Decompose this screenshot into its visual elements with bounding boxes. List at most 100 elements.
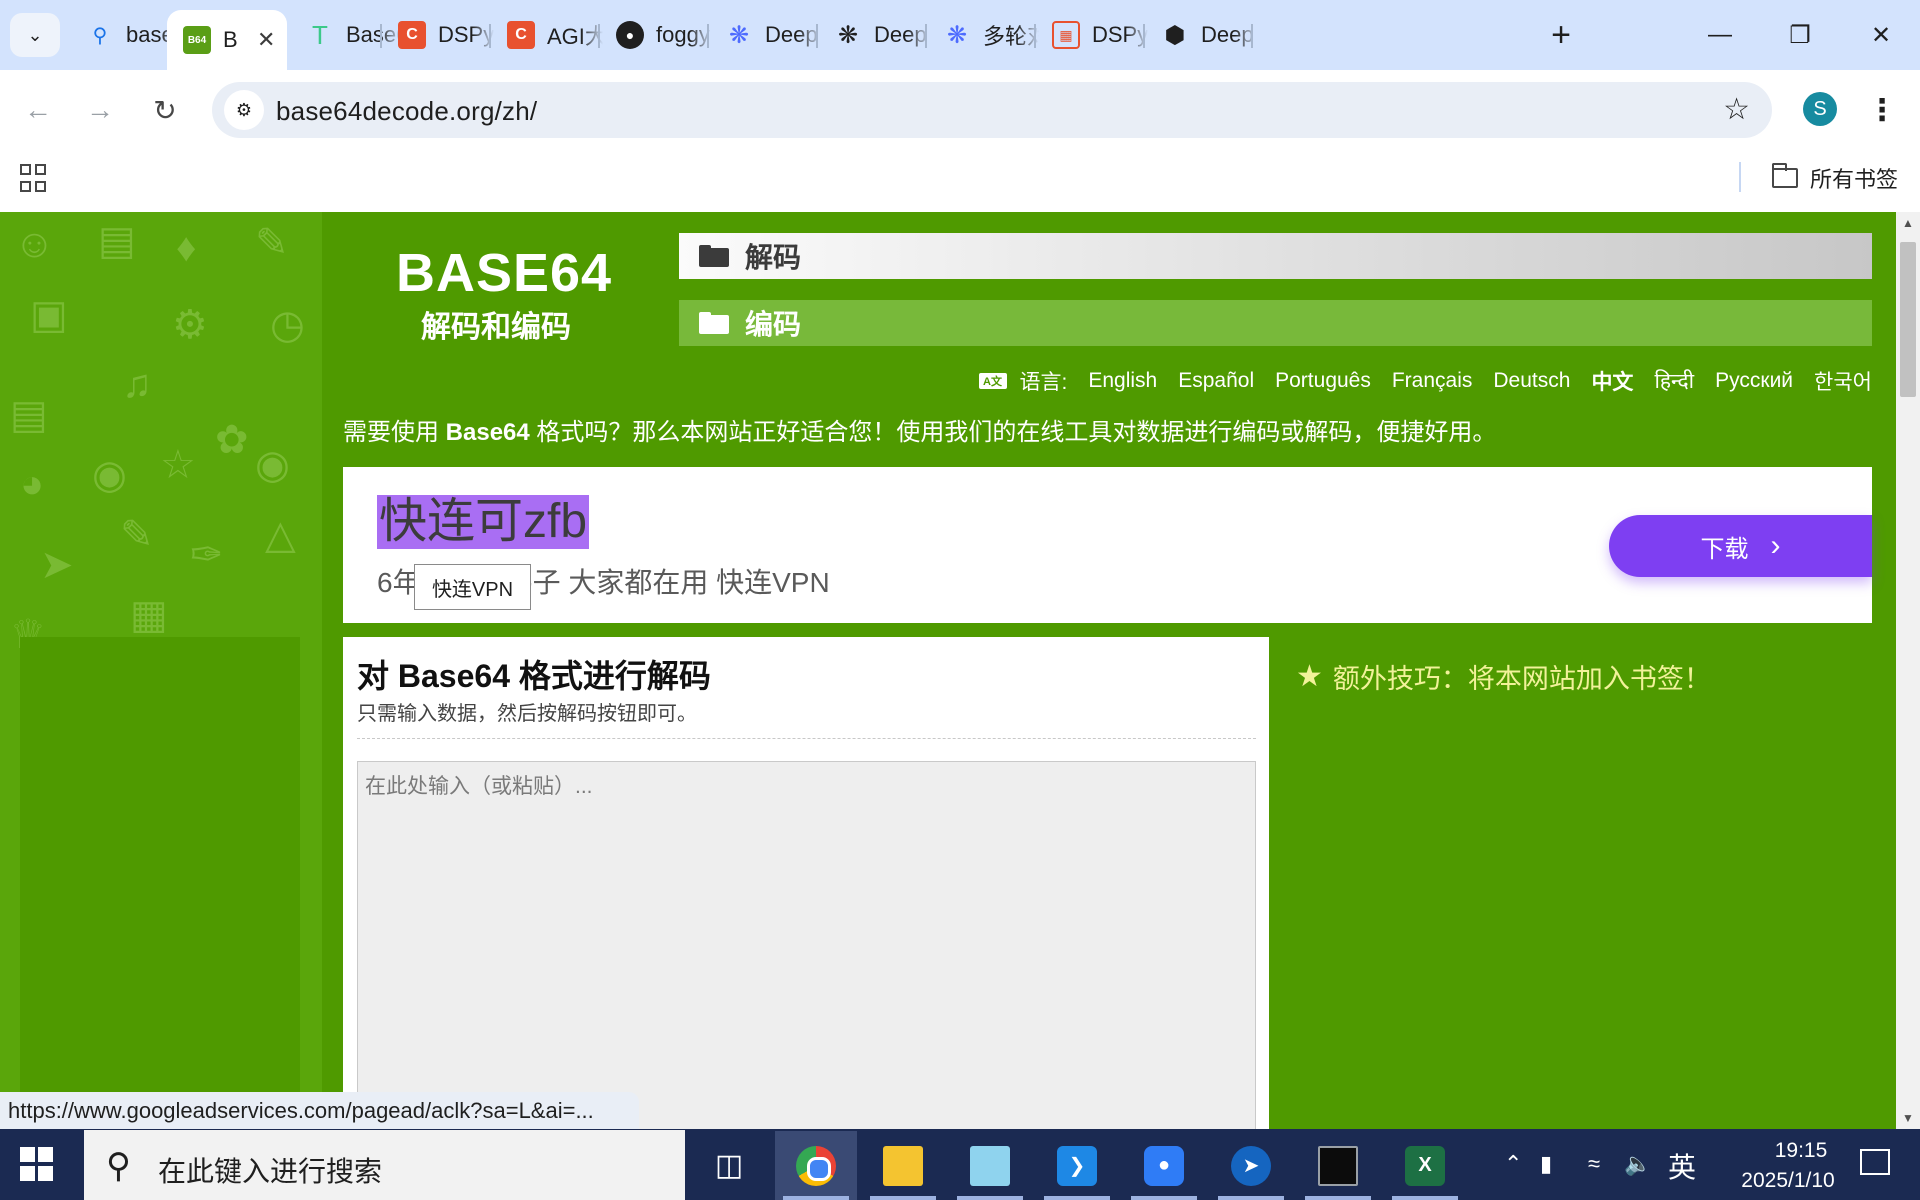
eye-doodle-icon: ◉ [255,443,290,487]
taskbar-search-box[interactable]: ⚲ 在此键入进行搜索 [84,1130,685,1200]
nav-decode-button[interactable]: 解码 [679,233,1872,279]
tab-label: DSPy [1092,22,1148,47]
nav-decode-label: 解码 [745,242,802,273]
folder-open-icon [699,245,729,267]
profile-avatar[interactable]: S [1803,92,1837,126]
tab-label: Deep [1201,22,1254,47]
nav-encode-button[interactable]: 编码 [679,300,1872,346]
chevron-up-icon[interactable]: ⌃ [1504,1151,1522,1177]
scroll-thumb[interactable] [1900,242,1916,397]
palette-doodle-icon: ◉ [92,453,127,497]
active-indicator [1131,1196,1197,1200]
ad-download-button[interactable]: 下载 › [1609,515,1872,577]
taskbar-app-circle[interactable]: ➤ [1210,1131,1292,1200]
star-icon: ★ [1296,660,1323,693]
taskbar-terminal[interactable] [1297,1131,1379,1200]
reload-button[interactable]: ↻ [143,88,187,132]
c-favicon-icon: C [507,21,535,49]
minimize-button[interactable]: — [1695,14,1745,56]
active-indicator [1305,1196,1371,1200]
decode-panel: 对 Base64 格式进行解码 只需输入数据，然后按解码按钮即可。 [343,637,1269,1129]
address-bar[interactable]: ⚙ base64decode.org/zh/ ☆ [212,82,1772,138]
taskbar-notepad[interactable] [949,1131,1031,1200]
lang-link-english[interactable]: English [1088,369,1157,393]
windows-taskbar: ⚲ 在此键入进行搜索 ◫ ❯ ● ➤ X ⌃ ▮ ≈ 🔈 英 19:15 202… [0,1129,1920,1200]
ad-title[interactable]: 快连可zfb [377,495,590,549]
lang-link-korean[interactable]: 한국어 [1814,366,1872,396]
ime-indicator[interactable]: 英 [1668,1146,1696,1186]
taskbar-excel[interactable]: X [1384,1131,1466,1200]
search-icon: ⚲ [106,1147,131,1185]
chevron-down-icon: ⌄ [27,24,43,45]
notification-icon[interactable] [1860,1149,1890,1175]
lang-link-russian[interactable]: Русский [1715,369,1793,393]
volume-muted-icon[interactable]: 🔈 [1624,1151,1651,1177]
search-icon: ⚲ [92,24,108,47]
close-window-button[interactable]: ✕ [1856,14,1906,56]
tab-2-active[interactable]: B64 B ✕ [167,10,287,70]
all-bookmarks-button[interactable]: 所有书签 [1771,162,1898,194]
lang-link-spanish[interactable]: Español [1178,369,1254,393]
taskbar-chrome[interactable] [775,1131,857,1200]
lang-link-chinese-current[interactable]: 中文 [1591,366,1633,396]
tab-label: Deep [765,22,818,47]
active-indicator [1218,1196,1284,1200]
gear-doodle-icon: ⚙ [172,303,208,347]
lang-link-portuguese[interactable]: Português [1275,369,1371,393]
lang-link-hindi[interactable]: हिन्दी [1654,367,1694,395]
tab-search-button[interactable]: ⌄ [10,13,60,57]
github-icon: ● [616,21,644,49]
more-vert-icon: ⋮ [1867,93,1897,127]
clock-date[interactable]: 2025/1/10 [1712,1169,1864,1193]
browser-menu-button[interactable]: ⋮ [1867,88,1897,132]
decode-input[interactable] [357,761,1256,1129]
site-logo-title[interactable]: BASE64 [396,242,612,304]
b64-favicon-icon: B64 [183,26,211,54]
page-scrollbar[interactable]: ▲ ▼ [1896,212,1920,1129]
battery-icon[interactable]: ▮ [1540,1151,1552,1177]
ad-banner[interactable]: 快连可zfb 6年老牌的梯子 大家都在用 快连VPN 快连VPN 下载 › [343,467,1872,623]
tab-11[interactable]: ⬢ Deep [1145,12,1276,58]
tab-close-icon[interactable]: ✕ [257,27,275,53]
clock-time[interactable]: 19:15 [1738,1139,1864,1163]
active-indicator [1392,1196,1458,1200]
back-button[interactable]: ← [16,88,60,132]
lang-link-german[interactable]: Deutsch [1493,369,1570,393]
scroll-doodle-icon: ✑ [190,533,224,577]
minimize-icon: — [1708,21,1732,48]
url-text[interactable]: base64decode.org/zh/ [276,96,537,127]
notepad-icon [970,1145,1010,1186]
tab-label: foggy [656,22,710,47]
taskbar-file-explorer[interactable] [862,1131,944,1200]
site-info-button[interactable]: ⚙ [224,90,264,130]
restore-button[interactable]: ❐ [1775,14,1825,56]
lang-link-french[interactable]: Français [1392,369,1473,393]
clock-doodle-icon: ◷ [270,303,305,347]
forward-button[interactable]: → [78,88,122,132]
page-viewport: ☺ ▤ ♦ ✎ ▣ ⚙ ◷ ♫ ▤ ✿ ◕ ◉ ☆ ◉ ✎ ➤ ✑ △ ♕ ▦ … [0,212,1896,1129]
taskbar-vscode[interactable]: ❯ [1036,1131,1118,1200]
taskbar-search-placeholder: 在此键入进行搜索 [158,1156,383,1187]
new-tab-button[interactable]: + [1543,13,1579,57]
scroll-down-arrow-icon[interactable]: ▼ [1902,1111,1914,1125]
ad-tooltip: 快连VPN [414,564,531,610]
intro-bold: Base64 [445,419,530,446]
bookmark-star-icon[interactable]: ☆ [1723,92,1750,127]
deepseek-whale-icon: ❋ [728,21,750,49]
apps-grid-icon[interactable] [20,164,50,194]
task-view-button[interactable]: ◫ [688,1131,770,1200]
tab-strip: ⌄ ⚲ base64 B64 B ✕ T Base64 C DSPy C AGI… [0,0,1920,70]
tab-label: B [223,27,238,52]
windows-start-icon[interactable] [20,1147,54,1181]
panel-subtitle: 只需输入数据，然后按解码按钮即可。 [357,703,697,725]
folder-icon [883,1145,923,1186]
taskbar-app-blue[interactable]: ● [1123,1131,1205,1200]
scroll-up-arrow-icon[interactable]: ▲ [1902,216,1914,230]
bookmarks-bar: 所有书签 [0,150,1920,212]
tab-label: DSPy [438,22,494,47]
wifi-icon[interactable]: ≈ [1588,1151,1600,1177]
pen-doodle-icon: ✎ [120,513,154,557]
divider [357,738,1256,739]
star-doodle-icon: ☆ [160,443,196,487]
task-view-icon: ◫ [714,1149,744,1182]
